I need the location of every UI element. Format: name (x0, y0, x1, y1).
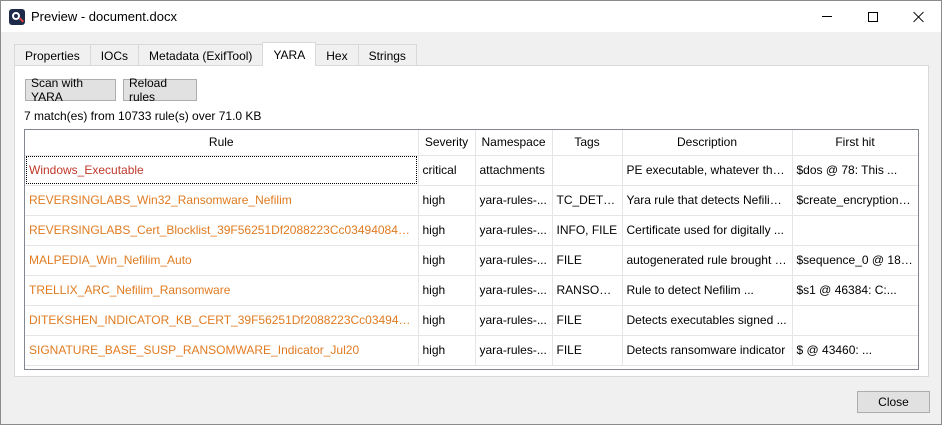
minimize-button[interactable] (804, 1, 850, 32)
match-summary: 7 match(es) from 10733 rule(s) over 71.0… (24, 109, 262, 123)
maximize-icon (868, 11, 878, 22)
namespace-cell: yara-rules-... (475, 185, 553, 216)
rule-cell: TRELLIX_ARC_Nefilim_Ransomware (25, 275, 419, 306)
rule-cell: SIGNATURE_BASE_SUSP_RANSOMWARE_Indicator… (25, 335, 419, 366)
tags-cell: FILE (552, 245, 623, 276)
namespace-cell: yara-rules-... (475, 245, 553, 276)
rule-cell: REVERSINGLABS_Cert_Blocklist_39F56251Df2… (25, 215, 419, 246)
column-header-rule[interactable]: Rule (25, 130, 419, 156)
tags-cell (552, 155, 623, 186)
maximize-button[interactable] (850, 1, 896, 32)
title-bar: Preview - document.docx (1, 1, 941, 32)
tab-bar: Properties IOCs Metadata (ExifTool) YARA… (14, 42, 417, 66)
tab-strings[interactable]: Strings (357, 44, 417, 66)
table-row[interactable]: SIGNATURE_BASE_SUSP_RANSOMWARE_Indicator… (25, 335, 918, 366)
tab-metadata[interactable]: Metadata (ExifTool) (138, 44, 264, 66)
first-hit-cell (792, 305, 918, 336)
namespace-cell: yara-rules-... (475, 215, 553, 246)
column-header-namespace[interactable]: Namespace (475, 130, 553, 156)
description-cell: autogenerated rule brought t... (622, 245, 793, 276)
table-row[interactable]: REVERSINGLABS_Win32_Ransomware_Nefilim h… (25, 185, 918, 216)
tags-cell: FILE (552, 335, 623, 366)
first-hit-cell: $s1 @ 46384: C:... (792, 275, 918, 306)
tab-hex[interactable]: Hex (315, 44, 359, 66)
severity-cell: high (418, 305, 476, 336)
severity-cell: high (418, 245, 476, 276)
table-row[interactable]: Windows_Executable critical attachments … (25, 155, 918, 186)
severity-cell: high (418, 335, 476, 366)
column-header-first-hit[interactable]: First hit (792, 130, 918, 156)
namespace-cell: yara-rules-... (475, 335, 553, 366)
window-title: Preview - document.docx (31, 9, 177, 24)
column-header-description[interactable]: Description (622, 130, 793, 156)
tags-cell: RANSOM... (552, 275, 623, 306)
preview-window: Preview - document.docx Properties IOCs … (0, 0, 942, 425)
severity-cell: high (418, 215, 476, 246)
tags-cell: TC_DETE... (552, 185, 623, 216)
yara-results-table[interactable]: Rule Severity Namespace Tags Description… (24, 129, 919, 370)
table-row[interactable]: MALPEDIA_Win_Nefilim_Auto high yara-rule… (25, 245, 918, 276)
first-hit-cell: $sequence_0 @ 1834... (792, 245, 918, 276)
severity-cell: critical (418, 155, 476, 186)
table-row[interactable]: REVERSINGLABS_Cert_Blocklist_39F56251Df2… (25, 215, 918, 246)
tab-properties[interactable]: Properties (14, 44, 91, 66)
app-icon (9, 9, 25, 25)
first-hit-cell: $ @ 43460: ... (792, 335, 918, 366)
description-cell: Yara rule that detects Nefilim... (622, 185, 793, 216)
severity-cell: high (418, 275, 476, 306)
description-cell: Detects ransomware indicator (622, 335, 793, 366)
namespace-cell: attachments (475, 155, 553, 186)
yara-tab-panel: Scan with YARA Reload rules 7 match(es) … (14, 65, 929, 377)
table-row[interactable]: DITEKSHEN_INDICATOR_KB_CERT_39F56251Df20… (25, 305, 918, 336)
description-cell: Rule to detect Nefilim ... (622, 275, 793, 306)
close-button[interactable]: Close (857, 391, 930, 413)
description-cell: PE executable, whatever the ... (622, 155, 793, 186)
rule-cell: MALPEDIA_Win_Nefilim_Auto (25, 245, 419, 276)
first-hit-cell (792, 215, 918, 246)
description-cell: Certificate used for digitally ... (622, 215, 793, 246)
description-cell: Detects executables signed ... (622, 305, 793, 336)
first-hit-cell: $create_encryption_... (792, 185, 918, 216)
rule-cell: Windows_Executable (25, 155, 419, 186)
namespace-cell: yara-rules-... (475, 275, 553, 306)
tags-cell: INFO, FILE (552, 215, 623, 246)
minimize-icon (822, 16, 832, 17)
rule-cell: REVERSINGLABS_Win32_Ransomware_Nefilim (25, 185, 419, 216)
reload-rules-button[interactable]: Reload rules (123, 76, 197, 104)
rule-cell: DITEKSHEN_INDICATOR_KB_CERT_39F56251Df20… (25, 305, 419, 336)
tab-iocs[interactable]: IOCs (89, 44, 140, 66)
column-header-severity[interactable]: Severity (418, 130, 476, 156)
tags-cell: FILE (552, 305, 623, 336)
scan-with-yara-button[interactable]: Scan with YARA (25, 76, 116, 104)
namespace-cell: yara-rules-... (475, 305, 553, 336)
first-hit-cell: $dos @ 78: This ... (792, 155, 918, 186)
severity-cell: high (418, 185, 476, 216)
table-row[interactable]: TRELLIX_ARC_Nefilim_Ransomware high yara… (25, 275, 918, 306)
table-header-row: Rule Severity Namespace Tags Description… (25, 130, 918, 156)
tab-yara[interactable]: YARA (262, 42, 317, 66)
column-header-tags[interactable]: Tags (552, 130, 623, 156)
close-window-button[interactable] (896, 1, 942, 32)
close-icon (913, 11, 925, 23)
